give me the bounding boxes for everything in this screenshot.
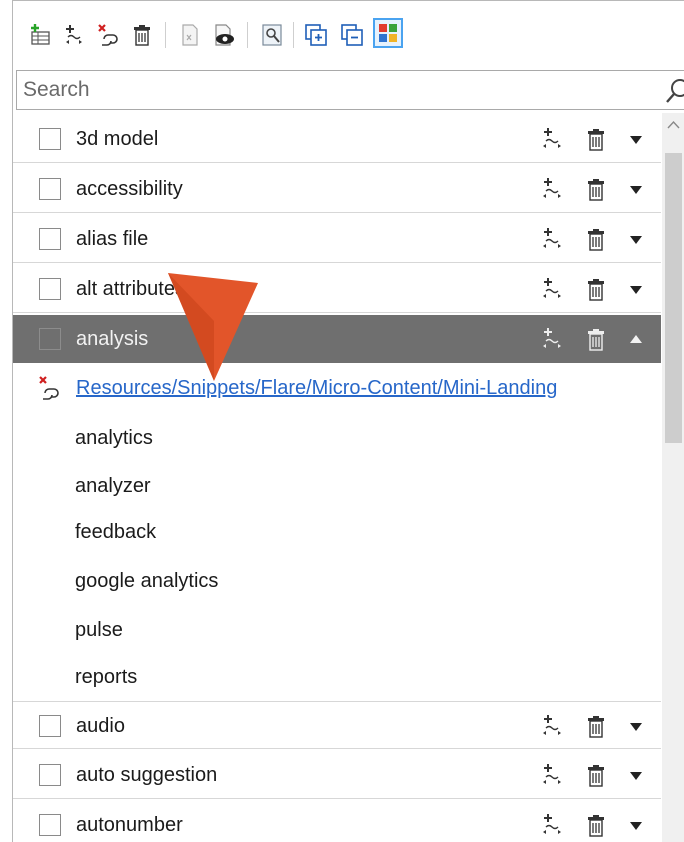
remove-link-icon[interactable] (95, 21, 121, 49)
term-label: alias file (76, 228, 149, 250)
add-synonym-icon[interactable] (539, 125, 565, 153)
toolbar (13, 1, 684, 65)
search-icon[interactable] (665, 77, 684, 105)
snippet-link[interactable]: Resources/Snippets/Flare/Micro-Content/M… (76, 377, 557, 400)
synonym-item[interactable]: feedback (75, 521, 156, 544)
search-input[interactable] (23, 76, 643, 104)
search-box (16, 70, 684, 110)
checkbox[interactable] (39, 328, 61, 350)
vertical-scrollbar[interactable] (662, 113, 684, 842)
synonym-item[interactable]: analyzer (75, 475, 151, 498)
checkbox[interactable] (39, 814, 61, 836)
add-synonym-icon[interactable] (539, 761, 565, 789)
term-label: accessibility (76, 178, 183, 200)
preview-icon[interactable] (211, 21, 237, 49)
add-synonym-icon[interactable] (539, 175, 565, 203)
term-label: auto suggestion (76, 764, 218, 786)
expand-all-icon[interactable] (303, 21, 329, 49)
snippet-link-row: Resources/Snippets/Flare/Micro-Content/M… (13, 373, 661, 407)
term-label: alt attributes (76, 278, 185, 300)
trash-icon[interactable] (583, 811, 609, 839)
add-tag-icon[interactable] (61, 21, 87, 49)
document-icon[interactable] (177, 21, 203, 49)
list-item[interactable]: audio (13, 701, 661, 749)
term-list-panel: 3d model accessibility alias file alt at… (12, 0, 684, 842)
remove-link-icon[interactable] (37, 375, 65, 403)
chevron-down-icon[interactable] (623, 225, 649, 253)
synonym-item[interactable]: analytics (75, 427, 153, 450)
chevron-down-icon[interactable] (623, 175, 649, 203)
add-condition-set-icon[interactable] (27, 21, 53, 49)
synonym-item[interactable]: reports (75, 666, 137, 689)
inspect-icon[interactable] (259, 21, 285, 49)
checkbox[interactable] (39, 715, 61, 737)
chevron-down-icon[interactable] (623, 811, 649, 839)
list-item[interactable]: 3d model (13, 115, 661, 163)
scrollbar-thumb[interactable] (665, 153, 682, 443)
checkbox[interactable] (39, 764, 61, 786)
term-label: 3d model (76, 128, 159, 150)
trash-icon[interactable] (583, 275, 609, 303)
term-label: analysis (76, 328, 149, 350)
chevron-down-icon[interactable] (623, 712, 649, 740)
list-item[interactable]: accessibility (13, 165, 661, 213)
list-item[interactable]: autonumber (13, 801, 661, 842)
grid-view-icon[interactable] (373, 18, 403, 48)
synonym-item[interactable]: google analytics (75, 570, 218, 593)
trash-icon[interactable] (583, 125, 609, 153)
trash-icon[interactable] (583, 325, 609, 353)
add-synonym-icon[interactable] (539, 811, 565, 839)
list-item[interactable]: auto suggestion (13, 751, 661, 799)
term-label: autonumber (76, 814, 183, 836)
synonym-item[interactable]: pulse (75, 619, 123, 642)
add-synonym-icon[interactable] (539, 712, 565, 740)
list-item[interactable]: alias file (13, 215, 661, 263)
chevron-up-icon[interactable] (623, 325, 649, 353)
list-item-selected[interactable]: analysis (13, 315, 661, 363)
add-synonym-icon[interactable] (539, 275, 565, 303)
list-item[interactable]: alt attributes (13, 265, 661, 313)
collapse-all-icon[interactable] (339, 21, 365, 49)
add-synonym-icon[interactable] (539, 325, 565, 353)
scroll-up-icon[interactable] (665, 115, 682, 135)
checkbox[interactable] (39, 128, 61, 150)
checkbox[interactable] (39, 228, 61, 250)
term-list: 3d model accessibility alias file alt at… (13, 115, 661, 842)
chevron-down-icon[interactable] (623, 125, 649, 153)
trash-icon[interactable] (583, 175, 609, 203)
checkbox[interactable] (39, 178, 61, 200)
chevron-down-icon[interactable] (623, 761, 649, 789)
trash-icon[interactable] (583, 225, 609, 253)
trash-icon[interactable] (583, 712, 609, 740)
add-synonym-icon[interactable] (539, 225, 565, 253)
trash-icon[interactable] (583, 761, 609, 789)
delete-icon[interactable] (129, 21, 155, 49)
term-label: audio (76, 715, 125, 737)
chevron-down-icon[interactable] (623, 275, 649, 303)
checkbox[interactable] (39, 278, 61, 300)
